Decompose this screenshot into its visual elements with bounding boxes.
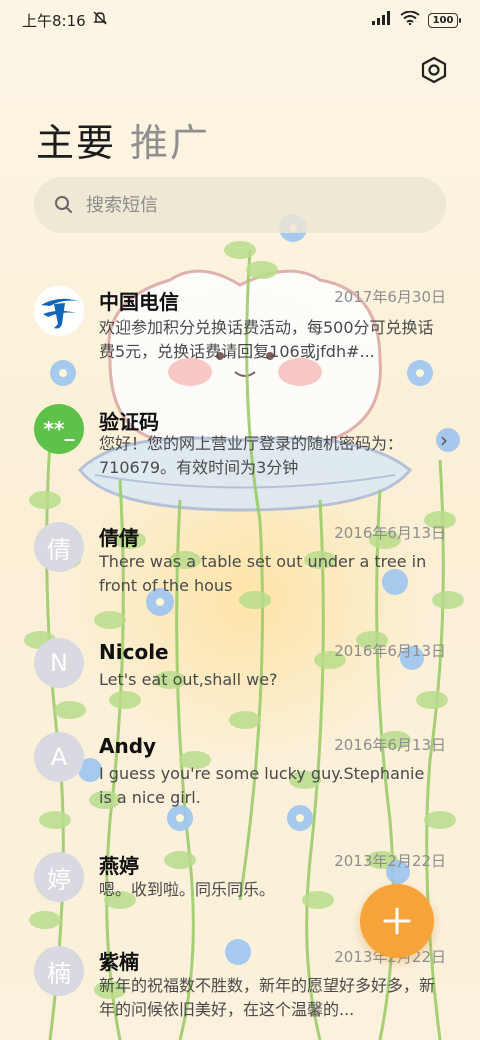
status-bar: 上午8:16 100 (0, 0, 480, 40)
search-bar[interactable] (34, 177, 446, 233)
category-tabs: 主要 推广 (36, 112, 210, 167)
message-date: 2016年6月13日 (334, 642, 446, 660)
tab-main[interactable]: 主要 (36, 112, 116, 167)
status-icons: 100 (372, 10, 461, 29)
message-preview: I guess you're some lucky guy.Stephanie … (99, 764, 425, 807)
status-time-group: 上午8:16 (22, 10, 108, 31)
contact-name: 紫楠 (99, 950, 139, 974)
signal-icon (372, 11, 392, 29)
message-preview: There was a table set out under a tree i… (99, 552, 427, 595)
avatar: N (34, 638, 84, 688)
message-preview: 新年的祝福数不胜数，新年的愿望好多好多，新年的问候依旧美好，在这个温馨的... (99, 976, 436, 1019)
avatar: A (34, 732, 84, 782)
china-telecom-logo-icon (34, 286, 84, 336)
mute-icon (92, 10, 108, 30)
new-message-button[interactable] (360, 884, 434, 958)
conversation-item[interactable]: N Nicole 2016年6月13日 Let's eat out,shall … (0, 636, 480, 736)
conversation-item[interactable]: 倩 倩倩 2016年6月13日 There was a table set ou… (0, 510, 480, 610)
tab-promotion[interactable]: 推广 (130, 112, 210, 167)
conversation-item[interactable]: **_ 验证码 您好！您的网上营业厅登录的随机密码为：710679。有效时间为3… (0, 396, 480, 496)
conversation-item[interactable]: 中国电信 2017年6月30日 欢迎参加积分兑换话费活动，每500分可兑换话费5… (0, 272, 480, 372)
search-icon (55, 196, 72, 213)
chevron-right-icon: › (440, 428, 448, 452)
message-date: 2016年6月13日 (334, 736, 446, 754)
contact-name: Andy (99, 734, 157, 758)
search-input[interactable] (86, 194, 386, 216)
message-preview: 您好！您的网上营业厅登录的随机密码为：710679。有效时间为3分钟 (99, 434, 404, 477)
contact-name: 燕婷 (99, 854, 139, 878)
message-preview: Let's eat out,shall we? (99, 670, 278, 689)
avatar: 楠 (34, 946, 84, 996)
message-date: 2017年6月30日 (334, 288, 446, 306)
gear-icon (421, 56, 447, 84)
battery-icon: 100 (428, 12, 461, 28)
message-preview: 欢迎参加积分兑换话费活动，每500分可兑换话费5元，兑换话费请回复106或jfd… (99, 318, 434, 361)
avatar (34, 286, 84, 336)
contact-name: Nicole (99, 640, 169, 664)
settings-button[interactable] (416, 52, 452, 88)
wifi-icon (400, 10, 420, 29)
conversation-item[interactable]: A Andy 2016年6月13日 I guess you're some lu… (0, 732, 480, 832)
contact-name: 验证码 (99, 410, 159, 434)
message-date: 2013年2月22日 (334, 852, 446, 870)
avatar: **_ (34, 404, 84, 454)
avatar: 婷 (34, 852, 84, 902)
plus-icon (383, 907, 411, 935)
contact-name: 中国电信 (99, 290, 179, 314)
contact-name: 倩倩 (99, 526, 139, 550)
message-date: 2016年6月13日 (334, 524, 446, 542)
avatar: 倩 (34, 522, 84, 572)
status-time: 上午8:16 (22, 11, 86, 30)
